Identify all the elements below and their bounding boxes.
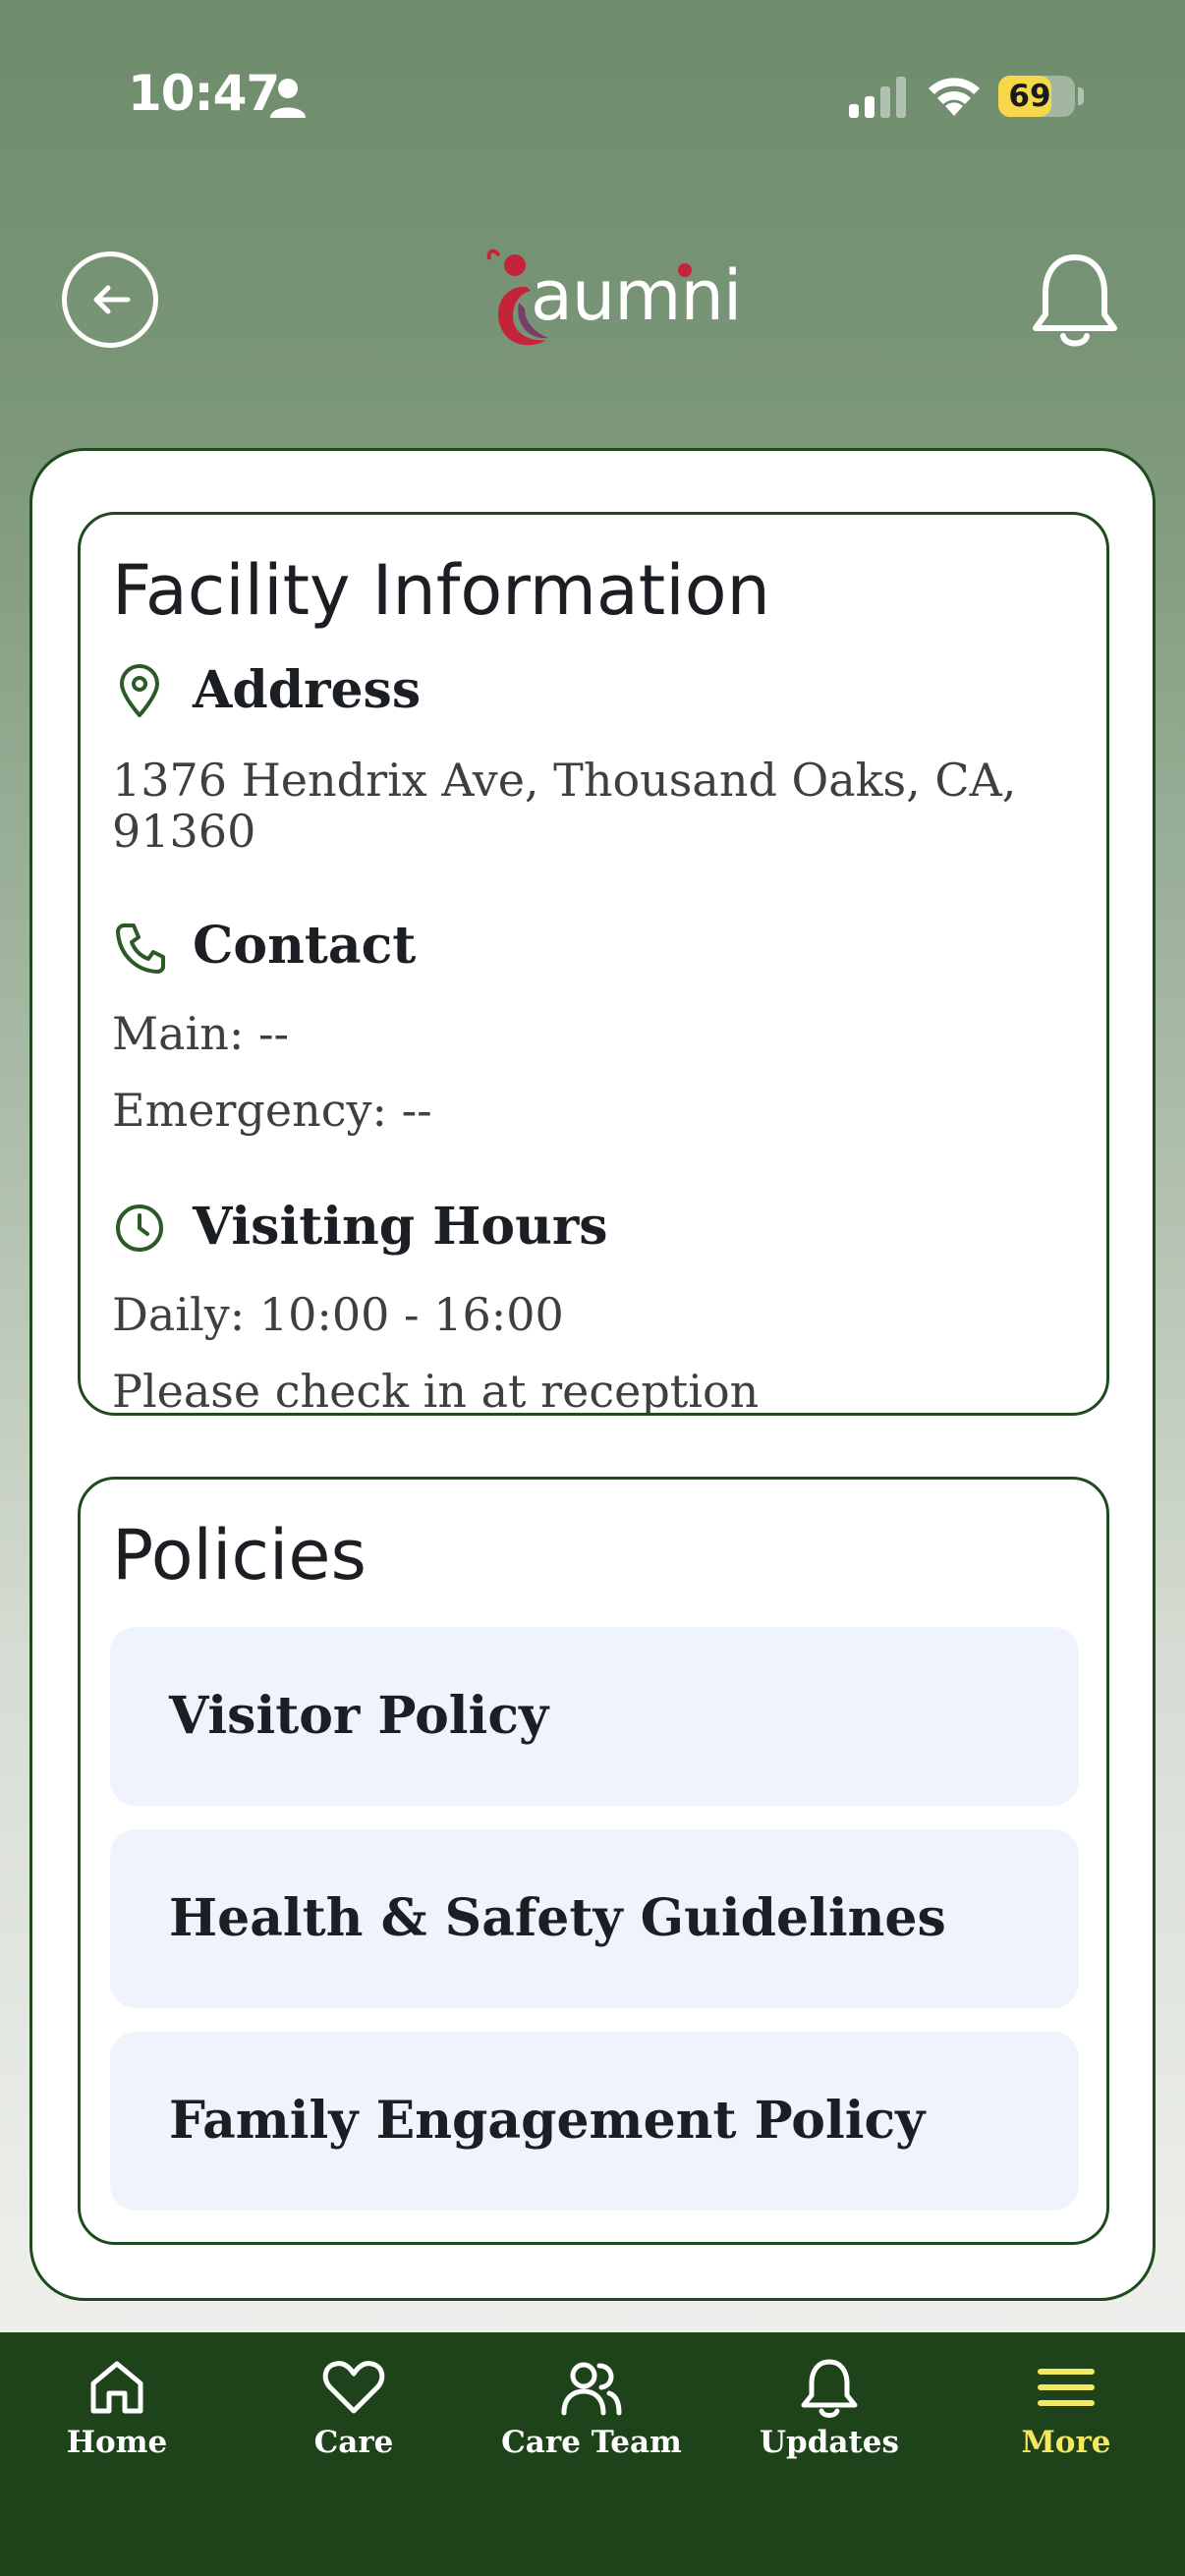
arrow-left-icon bbox=[93, 285, 131, 314]
nav-item-care[interactable]: Care bbox=[255, 2332, 452, 2480]
nav-item-care-team[interactable]: Care Team bbox=[493, 2332, 690, 2480]
battery-cap bbox=[1078, 87, 1084, 105]
nav-label-more: More bbox=[1021, 2425, 1111, 2460]
battery-percent: 69 bbox=[1008, 79, 1051, 114]
visiting-hours-heading: Visiting Hours bbox=[193, 1197, 608, 1257]
main-card: Facility Information Address 1376 Hendri… bbox=[29, 448, 1156, 2301]
menu-icon bbox=[1038, 2369, 1095, 2406]
bell-icon bbox=[801, 2359, 858, 2418]
map-pin-icon bbox=[120, 664, 159, 717]
users-icon bbox=[561, 2362, 622, 2416]
contact-main[interactable]: Main: -- bbox=[112, 1008, 1055, 1059]
wifi-icon bbox=[929, 78, 980, 116]
policy-item-family-engagement[interactable]: Family Engagement Policy bbox=[110, 2032, 1079, 2211]
status-time: 10:47 bbox=[128, 65, 280, 122]
phone-icon bbox=[116, 924, 165, 974]
nav-item-more[interactable]: More bbox=[968, 2332, 1164, 2480]
facility-information-card: Facility Information Address 1376 Hendri… bbox=[78, 512, 1109, 1416]
address-heading: Address bbox=[193, 660, 422, 720]
home-icon bbox=[90, 2361, 143, 2414]
logo-text: aumni bbox=[531, 255, 742, 336]
policy-label: Health & Safety Guidelines bbox=[169, 1888, 946, 1948]
contact-emergency[interactable]: Emergency: -- bbox=[112, 1085, 1055, 1136]
policies-title: Policies bbox=[112, 1515, 367, 1596]
heart-icon bbox=[322, 2361, 385, 2414]
nav-label-home: Home bbox=[66, 2425, 168, 2460]
nav-label-care: Care bbox=[313, 2425, 394, 2460]
signal-icon bbox=[849, 77, 906, 118]
back-button[interactable] bbox=[62, 252, 158, 348]
facility-title: Facility Information bbox=[112, 550, 770, 631]
nav-item-updates[interactable]: Updates bbox=[731, 2332, 928, 2480]
person-icon bbox=[270, 79, 306, 118]
policy-item-health-safety[interactable]: Health & Safety Guidelines bbox=[110, 1829, 1079, 2008]
nav-label-care-team: Care Team bbox=[501, 2425, 682, 2460]
nav-label-updates: Updates bbox=[760, 2425, 899, 2460]
bell-icon[interactable] bbox=[1030, 250, 1120, 352]
clock-icon bbox=[116, 1204, 163, 1252]
status-bar: 10:47 69 bbox=[0, 0, 1185, 187]
visiting-hours-daily: Daily: 10:00 - 16:00 bbox=[112, 1288, 564, 1341]
address-text[interactable]: 1376 Hendrix Ave, Thousand Oaks, CA, 913… bbox=[112, 755, 1055, 857]
policy-item-visitor-policy[interactable]: Visitor Policy bbox=[110, 1627, 1079, 1806]
policies-card: Policies Visitor Policy Health & Safety … bbox=[78, 1477, 1109, 2245]
bottom-nav: Home Care Care Team Updates More bbox=[0, 2332, 1185, 2576]
policy-label: Visitor Policy bbox=[169, 1686, 549, 1746]
app-logo: aumni bbox=[480, 246, 742, 354]
policy-label: Family Engagement Policy bbox=[169, 2091, 926, 2151]
visiting-hours-note: Please check in at reception bbox=[112, 1365, 760, 1416]
contact-heading: Contact bbox=[193, 916, 417, 976]
nav-item-home[interactable]: Home bbox=[19, 2332, 215, 2480]
battery-icon: 69 bbox=[998, 76, 1075, 117]
